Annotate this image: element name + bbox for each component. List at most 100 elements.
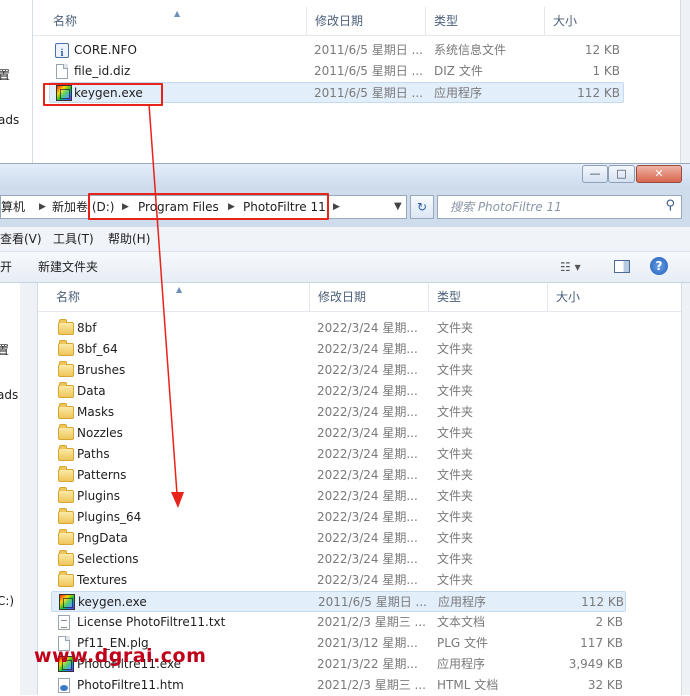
navigation-scrollbar[interactable] xyxy=(20,283,38,695)
folder-icon xyxy=(58,508,74,524)
file-type: DIZ 文件 xyxy=(434,64,483,78)
file-row-selected[interactable]: keygen.exe 2011/6/5 星期日 ... 应用程序 112 KB xyxy=(51,591,626,612)
file-date: 2011/6/5 星期日 ... xyxy=(314,64,423,78)
file-type: 文件夹 xyxy=(437,510,474,524)
new-folder-button[interactable]: 新建文件夹 xyxy=(38,252,98,282)
file-size: 32 KB xyxy=(587,678,623,692)
vertical-scrollbar[interactable] xyxy=(680,0,690,165)
folder-icon xyxy=(58,550,74,566)
breadcrumb-computer[interactable]: 算机 xyxy=(1,196,25,218)
file-row[interactable]: PhotoFiltre11.htm 2021/2/3 星期三 ... HTML 文档… xyxy=(38,675,638,696)
html-file-icon xyxy=(58,678,70,693)
file-type: 应用程序 xyxy=(437,657,486,671)
file-row[interactable]: Data 2022/3/24 星期... 文件夹 xyxy=(38,381,638,402)
file-date: 2022/3/24 星期... xyxy=(317,510,418,524)
file-row[interactable]: Textures 2022/3/24 星期... 文件夹 xyxy=(38,570,638,591)
chevron-right-icon[interactable]: ▶ xyxy=(333,196,340,218)
file-row[interactable]: Plugins 2022/3/24 星期... 文件夹 xyxy=(38,486,638,507)
file-row[interactable]: 8bf 2022/3/24 星期... 文件夹 xyxy=(38,318,638,339)
command-toolbar: 开 新建文件夹 ☷ ▾ ? xyxy=(0,252,690,283)
file-date: 2022/3/24 星期... xyxy=(317,531,418,545)
minimize-button[interactable]: — xyxy=(582,165,608,183)
file-size xyxy=(556,528,623,549)
file-type: PLG 文件 xyxy=(437,636,489,650)
title-bar[interactable]: — □ ✕ xyxy=(0,164,690,188)
nav-item-clipped[interactable]: ads xyxy=(0,388,18,402)
menu-view[interactable]: 查看(V) xyxy=(0,227,42,251)
column-label: 修改日期 xyxy=(315,14,364,28)
nav-item-clipped[interactable]: 置 xyxy=(0,66,10,83)
file-row[interactable]: Plugins_64 2022/3/24 星期... 文件夹 xyxy=(38,507,638,528)
file-size xyxy=(556,507,623,528)
navigation-pane: 置 ads C:) xyxy=(0,283,21,695)
file-type: 文件夹 xyxy=(437,405,474,419)
nav-item-clipped[interactable]: ads xyxy=(0,113,19,127)
file-date: 2021/3/12 星期... xyxy=(317,636,418,650)
column-header-date[interactable]: 修改日期 xyxy=(307,7,426,35)
file-name: Data xyxy=(77,384,106,398)
open-button[interactable]: 开 xyxy=(0,252,12,282)
file-date: 2022/3/24 星期... xyxy=(317,573,418,587)
file-name: Plugins xyxy=(77,489,120,503)
nav-item-clipped[interactable]: 置 xyxy=(0,341,9,358)
chevron-right-icon[interactable]: ▶ xyxy=(39,196,46,218)
file-name: Masks xyxy=(77,405,115,419)
file-size: 2 KB xyxy=(595,615,623,629)
search-input[interactable]: 搜索 PhotoFiltre 11 ⚲ xyxy=(437,195,682,219)
search-icon[interactable]: ⚲ xyxy=(665,198,675,213)
sort-up-icon: ▲ xyxy=(176,285,183,294)
maximize-button[interactable]: □ xyxy=(608,165,635,183)
file-row[interactable]: Nozzles 2022/3/24 星期... 文件夹 xyxy=(38,423,638,444)
file-name: Paths xyxy=(77,447,110,461)
folder-icon xyxy=(58,571,74,587)
file-type: 文本文档 xyxy=(437,615,486,629)
file-row[interactable]: Selections 2022/3/24 星期... 文件夹 xyxy=(38,549,638,570)
document-icon xyxy=(56,64,68,79)
column-header-size[interactable]: 大小 xyxy=(548,283,638,311)
file-row[interactable]: file_id.diz 2011/6/5 星期日 ... DIZ 文件 1 KB xyxy=(33,61,623,82)
column-header-date[interactable]: 修改日期 xyxy=(310,283,429,311)
view-options-icon[interactable]: ☷ ▾ xyxy=(560,252,581,282)
file-name: PngData xyxy=(77,531,128,545)
file-date: 2022/3/24 星期... xyxy=(317,552,418,566)
file-name: Plugins_64 xyxy=(77,510,142,524)
file-size: 117 KB xyxy=(580,636,623,650)
watermark-text: www.dgrai.com xyxy=(34,645,207,667)
file-row[interactable]: License PhotoFiltre11.txt 2021/2/3 星期三 ..… xyxy=(38,612,638,633)
nav-item-clipped[interactable]: C:) xyxy=(0,594,14,608)
file-row[interactable]: Masks 2022/3/24 星期... 文件夹 xyxy=(38,402,638,423)
folder-icon xyxy=(58,424,74,440)
address-dropdown-icon[interactable]: ▼ xyxy=(394,196,402,218)
file-type: 文件夹 xyxy=(437,447,474,461)
folder-icon xyxy=(58,445,74,461)
sort-up-icon: ▲ xyxy=(174,9,181,18)
file-size xyxy=(556,549,623,570)
refresh-icon[interactable]: ↻ xyxy=(410,195,434,219)
keygen-app-icon xyxy=(59,594,75,610)
column-header-type[interactable]: 类型 xyxy=(429,283,548,311)
file-date: 2022/3/24 星期... xyxy=(317,405,418,419)
help-icon[interactable]: ? xyxy=(650,257,668,275)
file-type: 文件夹 xyxy=(437,573,474,587)
file-row[interactable]: PngData 2022/3/24 星期... 文件夹 xyxy=(38,528,638,549)
file-row[interactable]: 8bf_64 2022/3/24 星期... 文件夹 xyxy=(38,339,638,360)
text-file-icon xyxy=(58,615,70,630)
column-label: 名称 xyxy=(56,290,81,304)
column-label: 大小 xyxy=(556,290,581,304)
column-header-type[interactable]: 类型 xyxy=(426,7,545,35)
column-header-size[interactable]: 大小 xyxy=(545,7,627,35)
file-date: 2011/6/5 星期日 ... xyxy=(314,86,423,100)
file-row[interactable]: Paths 2022/3/24 星期... 文件夹 xyxy=(38,444,638,465)
preview-pane-icon[interactable] xyxy=(614,260,630,273)
menu-tools[interactable]: 工具(T) xyxy=(53,227,94,251)
file-row[interactable]: Brushes 2022/3/24 星期... 文件夹 xyxy=(38,360,638,381)
file-type: 文件夹 xyxy=(437,384,474,398)
file-list: 名称 ▲ 修改日期 类型 大小 8bf 2022/3/24 星期... 文件夹 8bf… xyxy=(38,283,681,695)
file-row[interactable]: CORE.NFO 2011/6/5 星期日 ... 系统信息文件 12 KB xyxy=(33,40,623,64)
menu-help[interactable]: 帮助(H) xyxy=(108,227,150,251)
close-button[interactable]: ✕ xyxy=(636,165,682,183)
file-name: Nozzles xyxy=(77,426,123,440)
folder-icon xyxy=(58,487,74,503)
vertical-scrollbar[interactable] xyxy=(681,283,690,695)
file-row[interactable]: Patterns 2022/3/24 星期... 文件夹 xyxy=(38,465,638,486)
